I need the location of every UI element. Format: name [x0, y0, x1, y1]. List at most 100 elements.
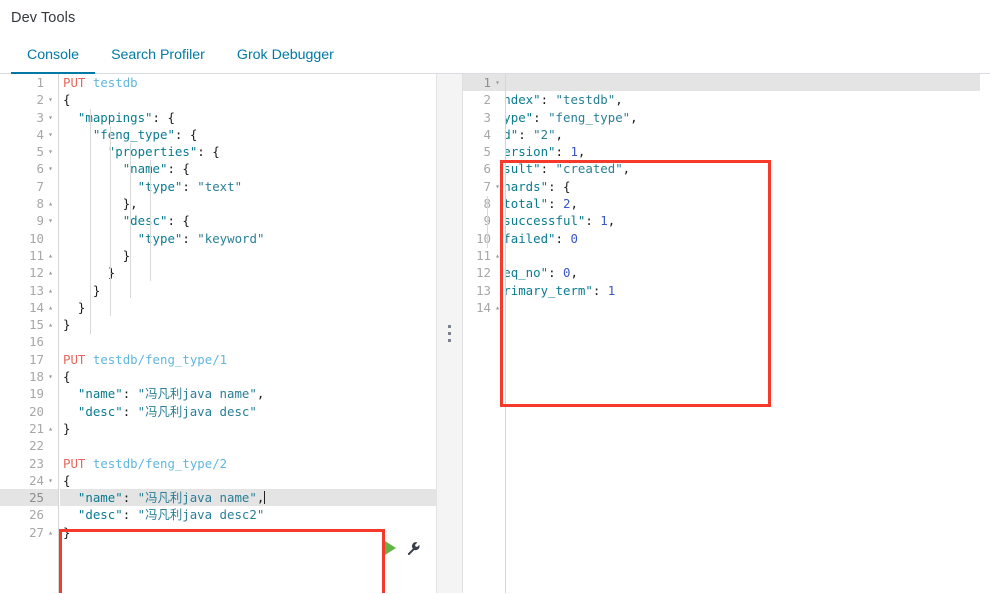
- request-code-line[interactable]: "name": "冯凡利java name",: [60, 385, 436, 402]
- tab-grok-debugger[interactable]: Grok Debugger: [221, 48, 350, 73]
- request-code-line[interactable]: [60, 437, 436, 454]
- request-line-number: 1: [36, 75, 44, 90]
- console-body: 1 2 ▾ 3 ▾ 4 ▾ 5 ▾ 6 ▾ 7 8 ▴ 9 ▾ 10 11 ▴ 12 ▴ 13 ▴ 14 ▴ 15 ▴ 16 17 18 ▾…: [0, 74, 990, 593]
- response-scrollbar[interactable]: [980, 74, 990, 593]
- fold-open-icon[interactable]: ▾: [46, 472, 55, 489]
- request-token-punc: ,: [256, 490, 265, 506]
- request-line-number: 14 ▴: [0, 299, 58, 316]
- response-code-line[interactable]: "failed": 0: [463, 230, 990, 247]
- request-token-plain: [63, 386, 78, 401]
- request-token-url: testdb/feng_type/1: [92, 351, 228, 367]
- response-code-line[interactable]: "_type": "feng_type",: [463, 109, 990, 126]
- fold-open-icon[interactable]: ▾: [46, 91, 55, 108]
- fold-open-icon[interactable]: ▾: [46, 143, 55, 160]
- request-code-line[interactable]: }: [60, 247, 436, 264]
- request-code-line[interactable]: PUT testdb/feng_type/1: [60, 351, 436, 368]
- play-icon[interactable]: [385, 541, 396, 555]
- response-line-number: 5: [483, 144, 491, 160]
- request-line-number: 23: [29, 455, 44, 471]
- page-title: Dev Tools: [11, 9, 76, 26]
- fold-close-icon[interactable]: ▴: [46, 195, 55, 212]
- request-token-plain: [85, 352, 92, 367]
- response-code-line[interactable]: },: [463, 247, 990, 264]
- request-code-line[interactable]: [60, 333, 436, 350]
- fold-close-icon[interactable]: ▴: [46, 264, 55, 281]
- response-code-line[interactable]: "successful": 1,: [463, 212, 990, 229]
- request-token-key: "desc": [77, 403, 123, 419]
- request-code-line[interactable]: PUT testdb/feng_type/2: [60, 455, 436, 472]
- request-code-line[interactable]: "type": "text": [60, 178, 436, 195]
- response-pane[interactable]: 1▾234567▾891011▴121314▴ { "_index": "tes…: [463, 74, 990, 593]
- fold-open-icon[interactable]: ▾: [46, 160, 55, 177]
- request-code-line[interactable]: }: [60, 282, 436, 299]
- fold-open-icon[interactable]: ▾: [493, 178, 502, 195]
- fold-close-icon[interactable]: ▴: [46, 299, 55, 316]
- request-code-line[interactable]: "type": "keyword": [60, 230, 436, 247]
- fold-open-icon[interactable]: ▾: [46, 126, 55, 143]
- tab-search-profiler[interactable]: Search Profiler: [95, 48, 221, 73]
- editor-gutter[interactable]: 1 2 ▾ 3 ▾ 4 ▾ 5 ▾ 6 ▾ 7 8 ▴ 9 ▾ 10 11 ▴ 12 ▴ 13 ▴ 14 ▴ 15 ▴ 16 17 18 ▾…: [0, 74, 59, 593]
- request-code-line[interactable]: "properties": {: [60, 143, 436, 160]
- request-line-number: 24 ▾: [0, 472, 58, 489]
- request-code-line[interactable]: PUT testdb: [60, 74, 436, 91]
- fold-close-icon[interactable]: ▴: [46, 247, 55, 264]
- pane-splitter[interactable]: [437, 74, 463, 593]
- response-code-line[interactable]: "_seq_no": 0,: [463, 264, 990, 281]
- request-token-punc: : {: [152, 109, 175, 125]
- fold-open-icon[interactable]: ▾: [46, 368, 55, 385]
- request-code-line[interactable]: {: [60, 368, 436, 385]
- request-code-line[interactable]: }: [60, 299, 436, 316]
- request-code-line[interactable]: "desc": "冯凡利java desc": [60, 403, 436, 420]
- request-code-line[interactable]: }: [60, 316, 436, 333]
- request-token-key: "name": [77, 490, 123, 506]
- fold-open-icon[interactable]: ▾: [46, 109, 55, 126]
- request-code-line[interactable]: }: [60, 420, 436, 437]
- response-token-punc: :: [548, 196, 563, 212]
- response-code-line[interactable]: "_version": 1,: [463, 143, 990, 160]
- response-code-area[interactable]: { "_index": "testdb", "_type": "feng_typ…: [463, 74, 990, 316]
- request-token-punc: }: [63, 524, 71, 540]
- fold-close-icon[interactable]: ▴: [493, 299, 502, 316]
- fold-close-icon[interactable]: ▴: [46, 524, 55, 541]
- request-editor-pane[interactable]: 1 2 ▾ 3 ▾ 4 ▾ 5 ▾ 6 ▾ 7 8 ▴ 9 ▾ 10 11 ▴ 12 ▴ 13 ▴ 14 ▴ 15 ▴ 16 17 18 ▾…: [0, 74, 437, 593]
- request-code-line[interactable]: "name": "冯凡利java name",: [60, 489, 436, 507]
- fold-open-icon[interactable]: ▾: [493, 74, 502, 91]
- response-code-line[interactable]: "result": "created",: [463, 160, 990, 177]
- response-line-number: 12: [476, 265, 491, 281]
- request-line-number: 3 ▾: [0, 109, 58, 126]
- wrench-icon[interactable]: [406, 541, 421, 556]
- request-code-line[interactable]: "mappings": {: [60, 109, 436, 126]
- fold-open-icon[interactable]: ▾: [46, 212, 55, 229]
- fold-close-icon[interactable]: ▴: [46, 316, 55, 333]
- request-line-number: 20: [29, 403, 44, 419]
- request-code-line[interactable]: "name": {: [60, 160, 436, 177]
- request-token-punc: :: [122, 386, 138, 402]
- response-code-line[interactable]: "_index": "testdb",: [463, 91, 990, 108]
- response-token-punc: :: [548, 265, 563, 281]
- response-code-line[interactable]: "_shards": {: [463, 178, 990, 195]
- response-code-line[interactable]: "_id": "2",: [463, 126, 990, 143]
- request-code-line[interactable]: },: [60, 195, 436, 212]
- fold-close-icon[interactable]: ▴: [493, 247, 502, 264]
- request-token-plain: [63, 283, 93, 298]
- editor-code-area[interactable]: PUT testdb{ "mappings": { "feng_type": {…: [60, 74, 436, 593]
- fold-close-icon[interactable]: ▴: [46, 420, 55, 437]
- request-token-plain: [63, 144, 108, 159]
- tab-console[interactable]: Console: [11, 48, 96, 75]
- request-token-key: "desc": [77, 507, 123, 523]
- response-code-line[interactable]: "_primary_term": 1: [463, 282, 990, 299]
- fold-close-icon[interactable]: ▴: [46, 282, 55, 299]
- response-code-line[interactable]: }: [463, 299, 990, 316]
- request-token-punc: :: [182, 178, 198, 194]
- request-code-line[interactable]: }: [60, 524, 436, 541]
- response-code-line[interactable]: "total": 2,: [463, 195, 990, 212]
- request-code-line[interactable]: {: [60, 91, 436, 108]
- request-line-number: 5 ▾: [0, 143, 58, 160]
- response-token-punc: :: [555, 230, 571, 246]
- request-code-line[interactable]: "desc": {: [60, 212, 436, 229]
- request-code-line[interactable]: "desc": "冯凡利java desc2": [60, 506, 436, 523]
- request-code-line[interactable]: "feng_type": {: [60, 126, 436, 143]
- request-code-line[interactable]: {: [60, 472, 436, 489]
- drag-handle-icon[interactable]: [448, 325, 451, 342]
- request-code-line[interactable]: }: [60, 264, 436, 281]
